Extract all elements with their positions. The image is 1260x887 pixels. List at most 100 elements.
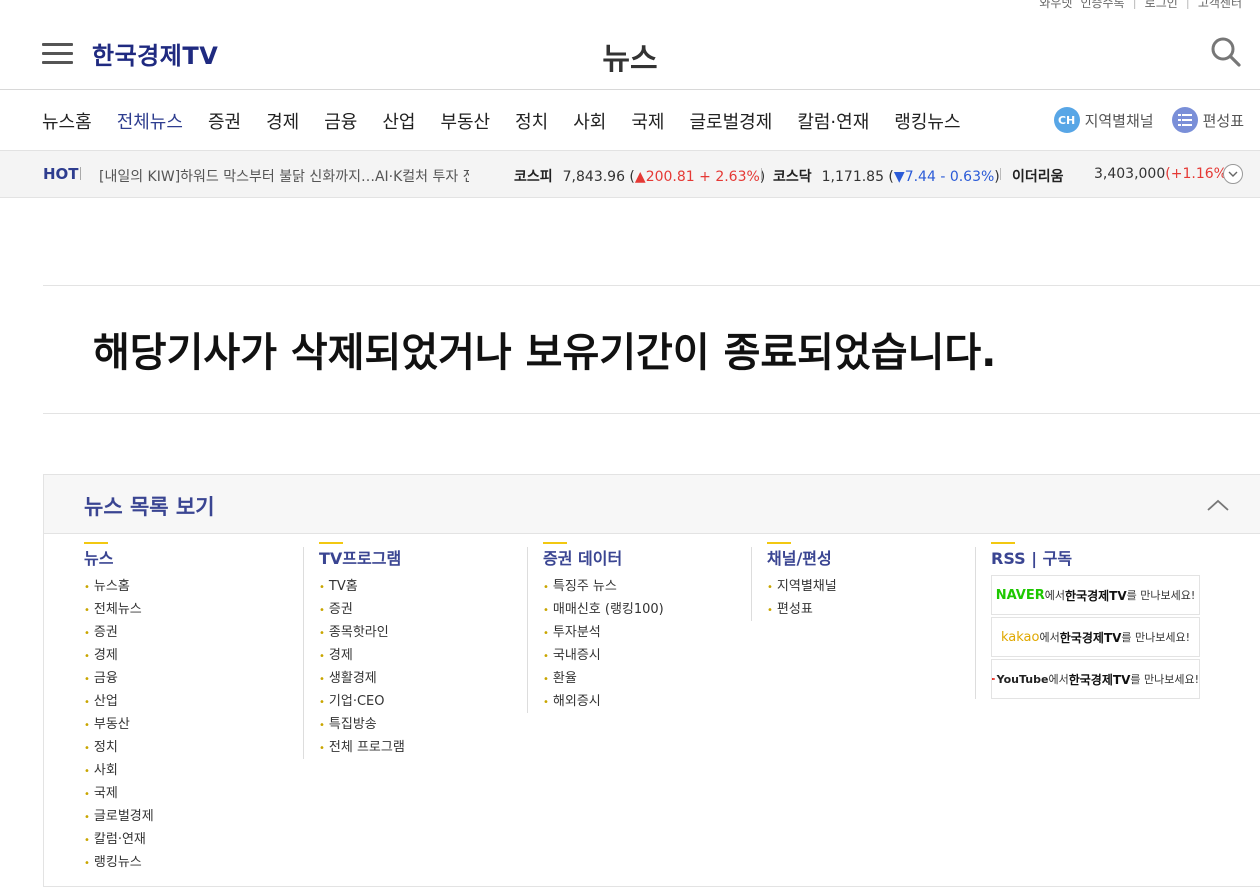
nav-item-all-news[interactable]: 전체뉴스 <box>117 108 183 134</box>
list-item[interactable]: 생활경제 <box>319 667 405 690</box>
banner-channel-name: 한국경제TV <box>1059 630 1122 645</box>
news-column-title[interactable]: 뉴스 <box>84 542 113 569</box>
rss-column-title[interactable]: RSS | 구독 <box>991 542 1072 569</box>
tv-program-column: TV프로그램 TV홈 증권 종목핫라인 경제 생활경제 기업·CEO 특집방송 … <box>319 542 405 759</box>
nav-item-column[interactable]: 칼럼·연재 <box>797 108 869 134</box>
util-link-wownet[interactable]: 와우넷 <box>1039 0 1072 11</box>
list-item[interactable]: 국내증시 <box>543 644 664 667</box>
hot-label: HOT <box>43 165 79 183</box>
banner-text: 를 만나보세요! <box>1121 631 1191 644</box>
list-item[interactable]: 부동산 <box>84 713 154 736</box>
nav-item-news-home[interactable]: 뉴스홈 <box>42 108 92 134</box>
nav-item-global-economy[interactable]: 글로벌경제 <box>690 108 773 134</box>
list-item[interactable]: 매매신호 (랭킹100) <box>543 598 664 621</box>
list-item[interactable]: 전체 프로그램 <box>319 736 405 759</box>
main-navigation: 뉴스홈 전체뉴스 증권 경제 금융 산업 부동산 정치 사회 국제 글로벌경제 … <box>0 90 1260 151</box>
list-item[interactable]: TV홈 <box>319 575 405 598</box>
list-item[interactable]: 기업·CEO <box>319 690 405 713</box>
list-item[interactable]: 종목핫라인 <box>319 621 405 644</box>
up-arrow-icon: ▲ <box>634 169 646 185</box>
channel-schedule-column-title[interactable]: 채널/편성 <box>767 542 832 569</box>
hot-separator <box>80 167 81 180</box>
list-item[interactable]: 특집방송 <box>319 713 405 736</box>
list-item[interactable]: 글로벌경제 <box>84 805 154 828</box>
list-item[interactable]: 사회 <box>84 759 154 782</box>
nav-item-politics[interactable]: 정치 <box>515 108 548 134</box>
eth-value: 3,403,000 <box>1094 166 1166 182</box>
kakao-subscribe-banner[interactable]: kakao 에서 한국경제TV 를 만나보세요! <box>991 617 1200 657</box>
search-icon[interactable] <box>1210 36 1242 68</box>
kospi-index[interactable]: 코스피 7,843.96 (▲200.81 + 2.63%) <box>514 166 765 186</box>
list-item[interactable]: 랭킹뉴스 <box>84 851 154 874</box>
list-item[interactable]: 경제 <box>319 644 405 667</box>
list-item[interactable]: 환율 <box>543 667 664 690</box>
news-list-panel: 뉴스 목록 보기 뉴스 뉴스홈 전체뉴스 증권 경제 금융 산업 부동산 정치 … <box>43 474 1260 887</box>
nav-item-real-estate[interactable]: 부동산 <box>440 108 490 134</box>
market-separator <box>761 168 762 180</box>
tv-program-column-title[interactable]: TV프로그램 <box>319 542 401 569</box>
nav-item-international[interactable]: 국제 <box>631 108 664 134</box>
banner-text: 에서 <box>1048 673 1069 686</box>
kosdaq-rate: - 0.63% <box>940 169 995 185</box>
market-separator <box>1000 168 1001 180</box>
list-item[interactable]: 특징주 뉴스 <box>543 575 664 598</box>
list-item[interactable]: 지역별채널 <box>767 575 837 598</box>
ticker-expand-button[interactable] <box>1223 164 1243 184</box>
nav-item-industry[interactable]: 산업 <box>382 108 415 134</box>
util-link-login[interactable]: 로그인 <box>1145 0 1178 11</box>
column-divider <box>751 547 752 621</box>
list-item[interactable]: 전체뉴스 <box>84 598 154 621</box>
nav-item-stock[interactable]: 증권 <box>208 108 241 134</box>
regional-channel-link[interactable]: CH 지역별채널 <box>1053 107 1154 133</box>
rss-column: RSS | 구독 NAVER 에서 한국경제TV 를 만나보세요! kakao … <box>991 542 1200 701</box>
news-list-title: 뉴스 목록 보기 <box>84 495 215 519</box>
nav-item-finance[interactable]: 금융 <box>324 108 357 134</box>
list-item[interactable]: 해외증시 <box>543 690 664 713</box>
banner-text: 에서 <box>1044 589 1065 602</box>
article-message-box: 해당기사가 삭제되었거나 보유기간이 종료되었습니다. <box>43 285 1260 414</box>
stock-data-column-title[interactable]: 증권 데이터 <box>543 542 622 569</box>
kospi-name: 코스피 <box>514 169 553 185</box>
list-item[interactable]: 국제 <box>84 782 154 805</box>
eth-name: 이더리움 <box>1012 169 1064 185</box>
schedule-icon <box>1171 107 1198 133</box>
kospi-value: 7,843.96 <box>562 169 625 185</box>
nav-item-society[interactable]: 사회 <box>573 108 606 134</box>
kospi-change: 200.81 <box>645 169 695 185</box>
util-link-support[interactable]: 고객센터 <box>1198 0 1242 11</box>
schedule-link[interactable]: 편성표 <box>1171 107 1244 133</box>
list-item[interactable]: 뉴스홈 <box>84 575 154 598</box>
list-item[interactable]: 증권 <box>319 598 405 621</box>
article-deleted-message: 해당기사가 삭제되었거나 보유기간이 종료되었습니다. <box>93 330 997 376</box>
regional-channel-label: 지역별채널 <box>1084 111 1154 130</box>
list-item[interactable]: 편성표 <box>767 598 837 621</box>
list-item[interactable]: 증권 <box>84 621 154 644</box>
chevron-up-icon <box>1207 499 1229 511</box>
kosdaq-value: 1,171.85 <box>821 169 884 185</box>
news-column: 뉴스 뉴스홈 전체뉴스 증권 경제 금융 산업 부동산 정치 사회 국제 글로벌… <box>84 542 154 874</box>
list-item[interactable]: 산업 <box>84 690 154 713</box>
banner-text: 에서 <box>1039 631 1060 644</box>
list-item[interactable]: 금융 <box>84 667 154 690</box>
util-link-cert[interactable]: 인증수록 <box>1080 0 1124 11</box>
kosdaq-name: 코스닥 <box>773 169 812 185</box>
youtube-subscribe-banner[interactable]: YouTube 에서 한국경제TV 를 만나보세요! <box>991 659 1200 699</box>
menu-icon[interactable] <box>42 43 73 65</box>
nav-item-economy[interactable]: 경제 <box>266 108 299 134</box>
nav-item-ranking[interactable]: 랭킹뉴스 <box>894 108 960 134</box>
collapse-button[interactable] <box>1206 493 1230 517</box>
channel-schedule-column: 채널/편성 지역별채널 편성표 <box>767 542 837 621</box>
hot-headline-link[interactable]: [내일의 KIW]하워드 막스부터 불닭 신화까지…AI·K컬처 투자 전 <box>99 166 469 186</box>
util-separator: | <box>1132 0 1137 9</box>
naver-subscribe-banner[interactable]: NAVER 에서 한국경제TV 를 만나보세요! <box>991 575 1200 615</box>
list-item[interactable]: 정치 <box>84 736 154 759</box>
kosdaq-index[interactable]: 코스닥 1,171.85 (▼7.44 - 0.63%) <box>773 166 1000 186</box>
list-item[interactable]: 칼럼·연재 <box>84 828 154 851</box>
down-arrow-icon: ▼ <box>893 169 905 185</box>
naver-brand: NAVER <box>995 587 1045 603</box>
list-item[interactable]: 투자분석 <box>543 621 664 644</box>
ethereum-price[interactable]: 이더리움 <box>1012 166 1074 186</box>
site-logo[interactable]: 한국경제TV <box>92 36 218 71</box>
kakao-brand: kakao <box>1000 629 1040 645</box>
list-item[interactable]: 경제 <box>84 644 154 667</box>
